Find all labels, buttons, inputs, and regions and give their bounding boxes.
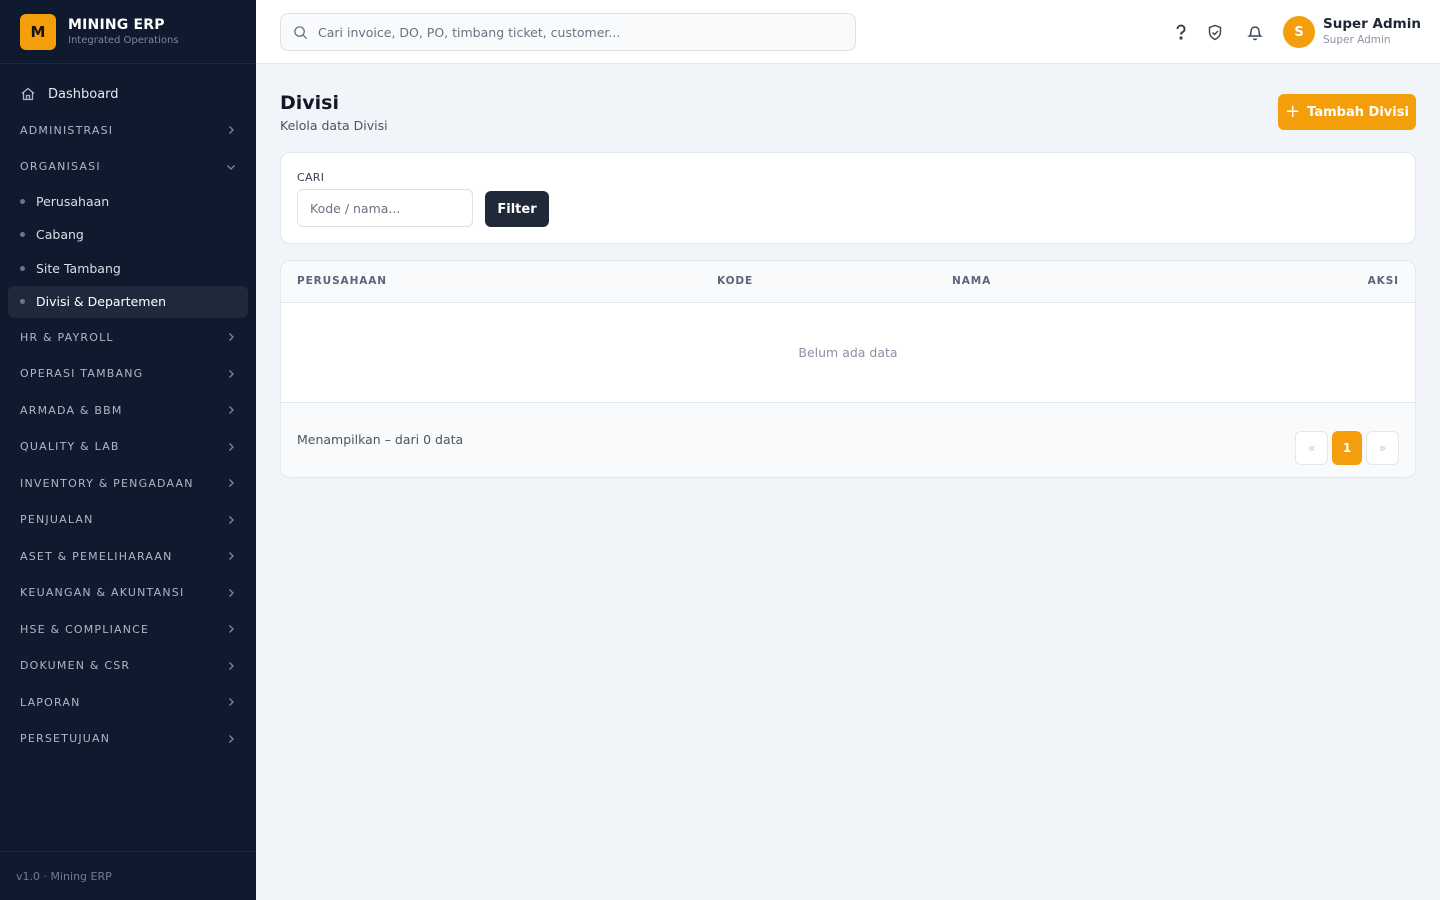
chevron-right-icon — [226, 369, 236, 379]
filter-button[interactable]: Filter — [485, 191, 549, 227]
user-role: Super Admin — [1323, 34, 1391, 46]
chevron-right-icon — [226, 551, 236, 561]
sidebar-item-label: Divisi & Departemen — [36, 294, 167, 309]
bell-icon[interactable] — [1245, 22, 1265, 42]
brand-name: MINING ERP — [68, 17, 165, 33]
user-name[interactable]: Super Admin — [1323, 16, 1421, 32]
plus-icon: + — [1285, 101, 1301, 122]
pagination-next-button[interactable]: » — [1366, 431, 1399, 465]
filter-search-input[interactable] — [297, 189, 473, 227]
sidebar-section-dokumen-csr[interactable]: DOKUMEN & CSR — [0, 648, 256, 685]
sidebar-section-organisasi[interactable]: ORGANISASI — [0, 149, 256, 186]
filter-panel: CARI Filter — [280, 152, 1416, 244]
search-icon — [293, 25, 308, 40]
divisi-table: PERUSAHAAN KODE NAMA AKSI Belum ada data… — [280, 260, 1416, 478]
chevron-right-icon — [226, 624, 236, 634]
user-avatar[interactable]: S — [1283, 16, 1315, 48]
sidebar-item-label: Dashboard — [48, 86, 119, 102]
pagination-prev-button[interactable]: « — [1295, 431, 1328, 465]
brand-subtitle: Integrated Operations — [68, 35, 179, 46]
chevron-right-icon — [226, 442, 236, 452]
chevron-right-icon — [226, 734, 236, 744]
shield-check-icon[interactable] — [1205, 22, 1225, 42]
section-label: ADMINISTRASI — [20, 123, 114, 137]
pagination-page-1[interactable]: 1 — [1332, 431, 1362, 465]
section-label: ORGANISASI — [20, 160, 101, 174]
sidebar-item-perusahaan[interactable]: Perusahaan — [8, 185, 248, 217]
brand: M MINING ERP Integrated Operations — [0, 0, 256, 64]
table-header: PERUSAHAAN KODE NAMA AKSI — [281, 261, 1415, 303]
section-label: QUALITY & LAB — [20, 440, 120, 454]
sidebar-item-label: Site Tambang — [36, 260, 121, 276]
brand-logo[interactable]: M — [20, 13, 56, 50]
sidebar-item-dashboard[interactable]: Dashboard — [8, 76, 248, 112]
section-label: LAPORAN — [20, 695, 81, 709]
global-search[interactable] — [280, 13, 856, 51]
sidebar-section-armada-bbm[interactable]: ARMADA & BBM — [0, 392, 256, 429]
sidebar-item-site-tambang[interactable]: Site Tambang — [8, 252, 248, 284]
help-icon[interactable] — [1171, 22, 1191, 42]
sidebar-section-operasi-tambang[interactable]: OPERASI TAMBANG — [0, 356, 256, 393]
column-header-aksi: AKSI — [1367, 275, 1399, 287]
sidebar-section-laporan[interactable]: LAPORAN — [0, 684, 256, 721]
column-header-nama[interactable]: NAMA — [952, 275, 991, 287]
chevron-down-icon — [226, 162, 236, 172]
sidebar-section-hr-payroll[interactable]: HR & PAYROLL — [0, 319, 256, 356]
table-footer: Menampilkan – dari 0 data « 1 » — [281, 403, 1415, 477]
section-label: HSE & COMPLIANCE — [20, 622, 150, 636]
sidebar-section-hse-compliance[interactable]: HSE & COMPLIANCE — [0, 611, 256, 648]
add-divisi-button[interactable]: + Tambah Divisi — [1278, 94, 1416, 130]
chevron-right-icon — [226, 515, 236, 525]
column-header-perusahaan[interactable]: PERUSAHAAN — [297, 275, 387, 287]
sidebar: M MINING ERP Integrated Operations Dashb… — [0, 0, 256, 900]
section-label: HR & PAYROLL — [20, 330, 114, 344]
chevron-right-icon — [226, 697, 236, 707]
sidebar-section-persetujuan[interactable]: PERSETUJUAN — [0, 721, 256, 758]
section-label: INVENTORY & PENGADAAN — [20, 476, 194, 490]
sidebar-item-label: Cabang — [36, 227, 84, 242]
home-icon — [20, 86, 36, 102]
bullet-icon — [20, 198, 25, 204]
chevron-right-icon — [226, 588, 236, 598]
sidebar-section-keuangan-akuntansi[interactable]: KEUANGAN & AKUNTANSI — [0, 575, 256, 612]
bullet-icon — [20, 265, 25, 271]
section-label: PENJUALAN — [20, 513, 94, 527]
chevron-right-icon — [226, 661, 236, 671]
section-label: ARMADA & BBM — [20, 403, 123, 417]
page-subtitle: Kelola data Divisi — [280, 118, 388, 133]
chevron-right-icon — [226, 478, 236, 488]
column-header-kode[interactable]: KODE — [717, 275, 753, 287]
bullet-icon — [20, 232, 25, 237]
sidebar-footer-version: v1.0 · Mining ERP — [0, 851, 256, 900]
top-header: S Super Admin Super Admin — [256, 0, 1440, 64]
sidebar-section-aset-pemeliharaan[interactable]: ASET & PEMELIHARAAN — [0, 538, 256, 575]
add-button-label: Tambah Divisi — [1307, 104, 1409, 120]
chevron-right-icon — [226, 125, 236, 135]
sidebar-item-label: Perusahaan — [36, 193, 110, 209]
bullet-icon — [20, 299, 25, 304]
section-label: ASET & PEMELIHARAAN — [20, 549, 173, 563]
filter-label: CARI — [297, 171, 325, 184]
pagination-summary: Menampilkan – dari 0 data — [297, 432, 464, 447]
sidebar-section-penjualan[interactable]: PENJUALAN — [0, 502, 256, 539]
chevron-right-icon — [226, 332, 236, 342]
sidebar-section-quality-lab[interactable]: QUALITY & LAB — [0, 429, 256, 466]
chevron-right-icon — [226, 405, 236, 415]
page-title: Divisi — [280, 92, 340, 114]
section-label: DOKUMEN & CSR — [20, 659, 131, 673]
sidebar-item-divisi-departemen[interactable]: Divisi & Departemen — [8, 285, 248, 318]
sidebar-item-cabang[interactable]: Cabang — [8, 219, 248, 251]
sidebar-nav: Dashboard ADMINISTRASI ORGANISASI Perusa… — [0, 64, 256, 757]
table-empty-state: Belum ada data — [281, 303, 1415, 403]
sidebar-section-administrasi[interactable]: ADMINISTRASI — [0, 112, 256, 149]
search-input[interactable] — [318, 24, 838, 40]
section-label: KEUANGAN & AKUNTANSI — [20, 586, 185, 600]
section-label: PERSETUJUAN — [20, 732, 111, 746]
section-label: OPERASI TAMBANG — [20, 367, 144, 381]
sidebar-section-inventory-pengadaan[interactable]: INVENTORY & PENGADAAN — [0, 465, 256, 502]
